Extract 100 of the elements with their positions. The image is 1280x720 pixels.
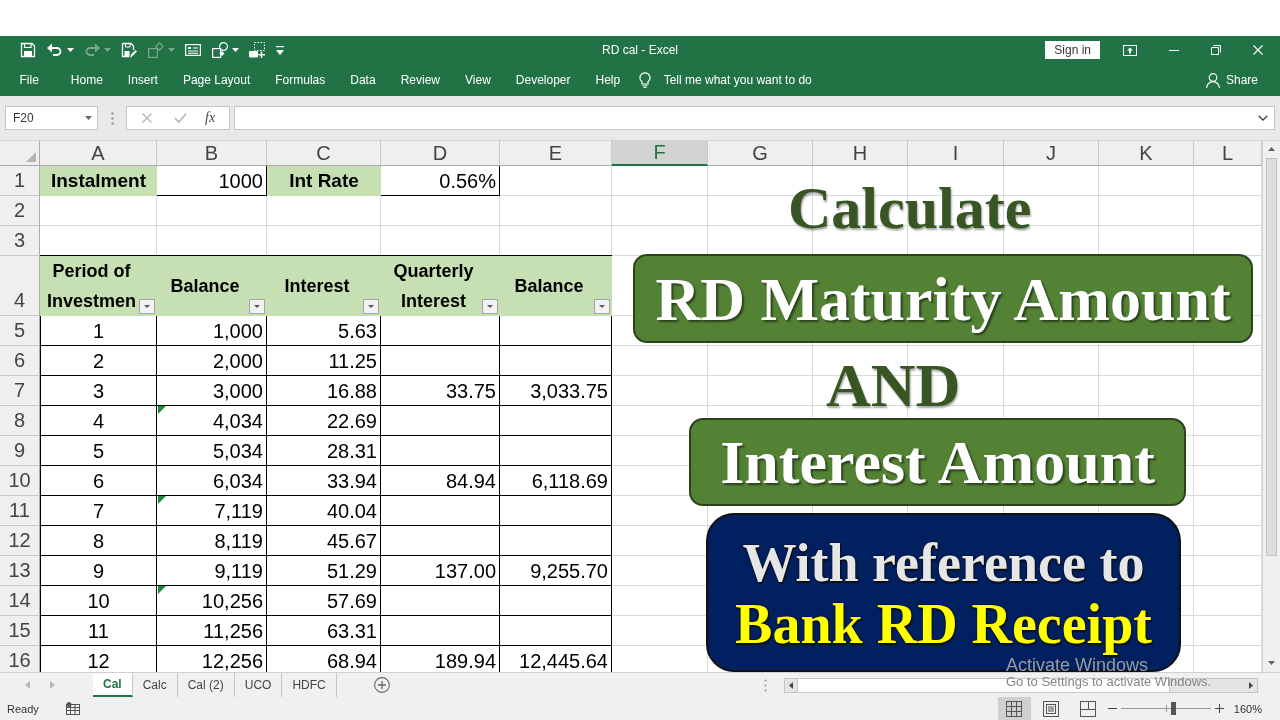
- filter-dropdown-icon[interactable]: [482, 299, 498, 314]
- row-header[interactable]: 16: [0, 646, 40, 672]
- row-header[interactable]: 1: [0, 166, 40, 196]
- table-cell-text: 11,256: [202, 618, 264, 644]
- grip-icon[interactable]: [111, 111, 114, 125]
- column-header[interactable]: F: [612, 141, 708, 166]
- panel-text: With reference to: [742, 533, 1145, 593]
- table-cell-text: 8,119: [213, 528, 264, 554]
- column-header[interactable]: A: [40, 141, 157, 166]
- table-cell-text: 51.29: [325, 558, 378, 584]
- ribbon-tab[interactable]: Insert: [115, 66, 171, 94]
- table-cell-text: 6,118.69: [530, 468, 609, 494]
- row-header[interactable]: 8: [0, 406, 40, 436]
- table-cell-text: 9,255.70: [529, 558, 609, 584]
- column-header[interactable]: L: [1194, 141, 1262, 166]
- filter-dropdown-icon[interactable]: [363, 299, 379, 314]
- share-button[interactable]: Share: [1203, 66, 1260, 94]
- table-cell-text: 11: [87, 618, 110, 644]
- sign-in-button[interactable]: Sign in: [1045, 41, 1100, 59]
- ribbon-tab[interactable]: Page Layout: [170, 66, 263, 94]
- column-header[interactable]: I: [908, 141, 1004, 166]
- row-header[interactable]: 13: [0, 556, 40, 586]
- left-arrow-icon[interactable]: [789, 681, 793, 689]
- ribbon-tab[interactable]: Help: [583, 66, 633, 94]
- restore-icon[interactable]: [1211, 45, 1221, 55]
- table-cell-text: 5.63: [337, 318, 378, 344]
- insert-function-button[interactable]: fx: [205, 110, 216, 126]
- dropdown-caret-icon[interactable]: [67, 48, 74, 52]
- column-header[interactable]: G: [708, 141, 813, 166]
- column-header[interactable]: D: [381, 141, 500, 166]
- minus-icon[interactable]: [1107, 708, 1117, 709]
- scrollbar-thumb[interactable]: [1266, 158, 1277, 556]
- row-header[interactable]: 3: [0, 226, 40, 256]
- header-text: Period of Investmen: [45, 260, 137, 313]
- filter-dropdown-icon[interactable]: [249, 299, 265, 314]
- row-header[interactable]: 14: [0, 586, 40, 616]
- ribbon-tab[interactable]: Data: [337, 66, 389, 94]
- column-header[interactable]: B: [157, 141, 267, 166]
- save-icon[interactable]: [20, 42, 36, 58]
- plus-icon[interactable]: [1214, 704, 1224, 713]
- filter-dropdown-icon[interactable]: [139, 299, 155, 314]
- right-arrow-icon[interactable]: [1249, 681, 1253, 689]
- normal-view-button[interactable]: [997, 697, 1031, 720]
- name-box[interactable]: F20: [5, 106, 98, 130]
- ribbon-tab[interactable]: File: [7, 66, 52, 94]
- table-cell-text: 3,000: [211, 378, 264, 404]
- row-header[interactable]: 10: [0, 466, 40, 496]
- check-icon[interactable]: [174, 113, 187, 123]
- column-header[interactable]: E: [500, 141, 612, 166]
- grip-icon[interactable]: [764, 678, 767, 692]
- table-cell-text: 33.94: [325, 468, 378, 494]
- row-header[interactable]: 6: [0, 346, 40, 376]
- down-arrow-icon[interactable]: [1268, 661, 1275, 665]
- ribbon-tab[interactable]: Review: [388, 66, 453, 94]
- customize-caret-icon[interactable]: [276, 45, 284, 55]
- ribbon-tab[interactable]: Formulas: [262, 66, 338, 94]
- horizontal-scrollbar[interactable]: [784, 677, 1258, 693]
- row-header[interactable]: 9: [0, 436, 40, 466]
- table-cell-text: 12,256: [200, 648, 264, 672]
- dropdown-caret-icon[interactable]: [232, 48, 239, 52]
- activation-hint: Go to Settings to activate Windows.: [1006, 674, 1212, 690]
- row-header[interactable]: 12: [0, 526, 40, 556]
- row-header[interactable]: 11: [0, 496, 40, 526]
- tell-me-button[interactable]: Tell me what you want to do: [634, 66, 816, 94]
- column-header[interactable]: C: [267, 141, 381, 166]
- form-icon[interactable]: [185, 44, 201, 56]
- row-header[interactable]: 5: [0, 316, 40, 346]
- column-header[interactable]: J: [1004, 141, 1099, 166]
- floppy-pencil-icon[interactable]: [121, 42, 137, 58]
- add-sheet-icon[interactable]: [373, 677, 390, 693]
- filter-dropdown-icon[interactable]: [594, 299, 610, 314]
- table-cell-text: 22.69: [325, 408, 378, 434]
- ribbon-tab[interactable]: Developer: [503, 66, 583, 94]
- row-header[interactable]: 7: [0, 376, 40, 406]
- macro-record-icon[interactable]: [65, 702, 80, 715]
- ribbon-tab[interactable]: Home: [58, 66, 116, 94]
- dropdown-caret-icon[interactable]: [85, 116, 92, 120]
- row-header[interactable]: 15: [0, 616, 40, 646]
- table-cell-text: 6: [91, 468, 106, 494]
- up-arrow-icon[interactable]: [1268, 147, 1275, 151]
- label-cell: Instalment: [40, 166, 157, 196]
- row-header[interactable]: 2: [0, 196, 40, 226]
- zoom-percentage[interactable]: 160%: [1233, 702, 1262, 715]
- column-header[interactable]: H: [813, 141, 908, 166]
- close-icon[interactable]: [1253, 45, 1263, 55]
- minimize-icon[interactable]: [1169, 49, 1179, 51]
- table-cell-text: 4,034: [211, 408, 264, 434]
- formula-field[interactable]: [234, 106, 1275, 130]
- chevron-down-icon[interactable]: [1258, 115, 1268, 121]
- slider-thumb[interactable]: [1171, 702, 1176, 715]
- vertical-scrollbar[interactable]: [1262, 141, 1280, 672]
- shapes-icon[interactable]: [212, 42, 228, 58]
- grid-icon: [1006, 700, 1023, 717]
- dashed-frame-plus-icon[interactable]: [249, 42, 265, 58]
- row-header[interactable]: 4: [0, 256, 40, 316]
- ribbon-tab[interactable]: View: [452, 66, 504, 94]
- table-cell-text: 63.31: [325, 618, 378, 644]
- column-header[interactable]: K: [1099, 141, 1194, 166]
- sheet-tab[interactable]: Cal: [93, 673, 133, 697]
- undo-icon[interactable]: [47, 43, 63, 57]
